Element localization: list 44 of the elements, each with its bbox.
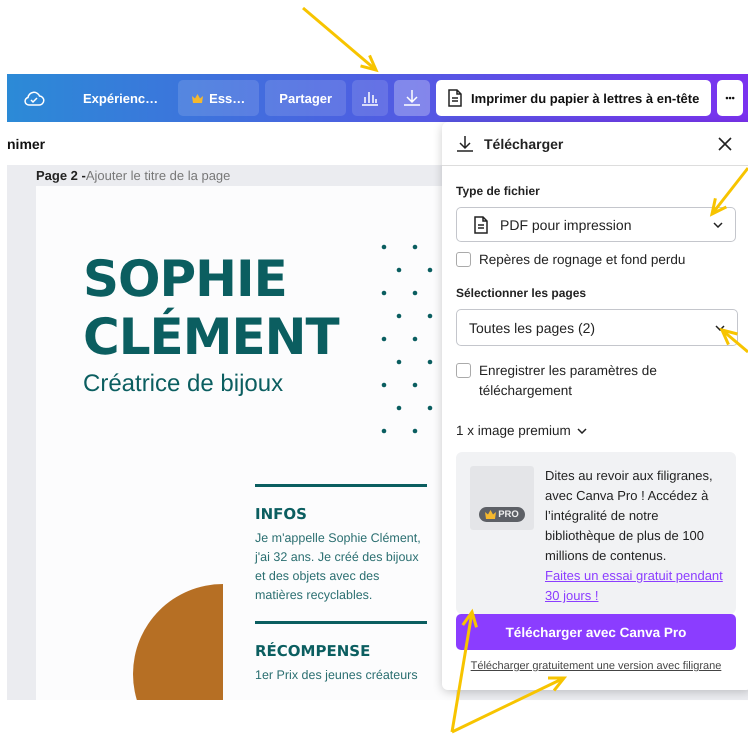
checkbox[interactable] xyxy=(456,363,471,378)
chevron-down-icon xyxy=(713,222,723,228)
chevron-down-icon xyxy=(576,428,587,434)
bar-chart-icon xyxy=(361,90,380,106)
close-icon[interactable] xyxy=(718,136,732,150)
checkbox-label: Enregistrer les paramètres de téléchargement xyxy=(479,362,658,400)
annotation-arrow xyxy=(719,328,748,354)
print-letterhead-button[interactable]: Imprimer du papier à lettres à en-tête xyxy=(436,80,712,116)
checkbox[interactable] xyxy=(456,252,471,267)
cloud-check-icon xyxy=(23,89,45,107)
download-pro-button[interactable]: Télécharger avec Canva Pro xyxy=(456,614,736,650)
section-text: Je m'appelle Sophie Clément, j'ai 32 ans. Je créé des bijoux et des objets avec des matières recyclables. xyxy=(255,530,422,604)
more-button[interactable]: ••• xyxy=(717,80,743,116)
download-button[interactable] xyxy=(394,80,430,116)
crown-icon xyxy=(485,510,496,518)
section-heading: INFOS xyxy=(255,505,308,523)
section-text: 1er Prix des jeunes créateurs xyxy=(255,667,419,684)
download-icon xyxy=(403,89,422,107)
chevron-down-icon xyxy=(715,324,725,330)
page-title[interactable]: Page 2 -Ajouter le titre de la page xyxy=(36,165,230,186)
document-icon xyxy=(448,89,462,107)
experience-button[interactable]: Expérienc… xyxy=(69,80,172,116)
field-label: Type de fichier xyxy=(456,184,541,198)
premium-image-toggle[interactable]: 1 x image premium xyxy=(456,423,740,438)
name-heading: CLÉMENT xyxy=(83,308,339,366)
trial-button[interactable]: Ess… xyxy=(178,80,260,116)
panel-title: Télécharger xyxy=(484,136,564,152)
chart-button[interactable] xyxy=(352,80,388,116)
pages-dropdown[interactable]: Toutes les pages (2) xyxy=(456,309,738,346)
share-button[interactable]: Partager xyxy=(265,80,346,116)
name-heading: SOPHIE xyxy=(83,250,287,308)
file-type-dropdown[interactable]: PDF pour impression xyxy=(456,207,736,242)
free-trial-link[interactable]: Faites un essai gratuit pendant 30 jours ! xyxy=(545,566,726,606)
document-icon xyxy=(474,216,488,234)
animate-button[interactable]: nimer xyxy=(7,136,46,152)
annotation-arrow xyxy=(710,167,748,217)
crown-icon xyxy=(192,94,204,102)
download-icon xyxy=(456,134,474,152)
subtitle-text: Créatrice de bijoux xyxy=(83,370,284,398)
field-label: Sélectionner les pages xyxy=(456,286,588,300)
section-heading: RÉCOMPENSE xyxy=(255,642,372,660)
pro-badge: PRO xyxy=(479,506,525,522)
promo-text: Dites au revoir aux filigranes, avec Canva Pro ! Accédez à l’intégralité de notre bibliothèque de plus de 100 millions de contenus. xyxy=(545,467,714,565)
checkbox-label: Repères de rognage et fond perdu xyxy=(479,251,686,269)
